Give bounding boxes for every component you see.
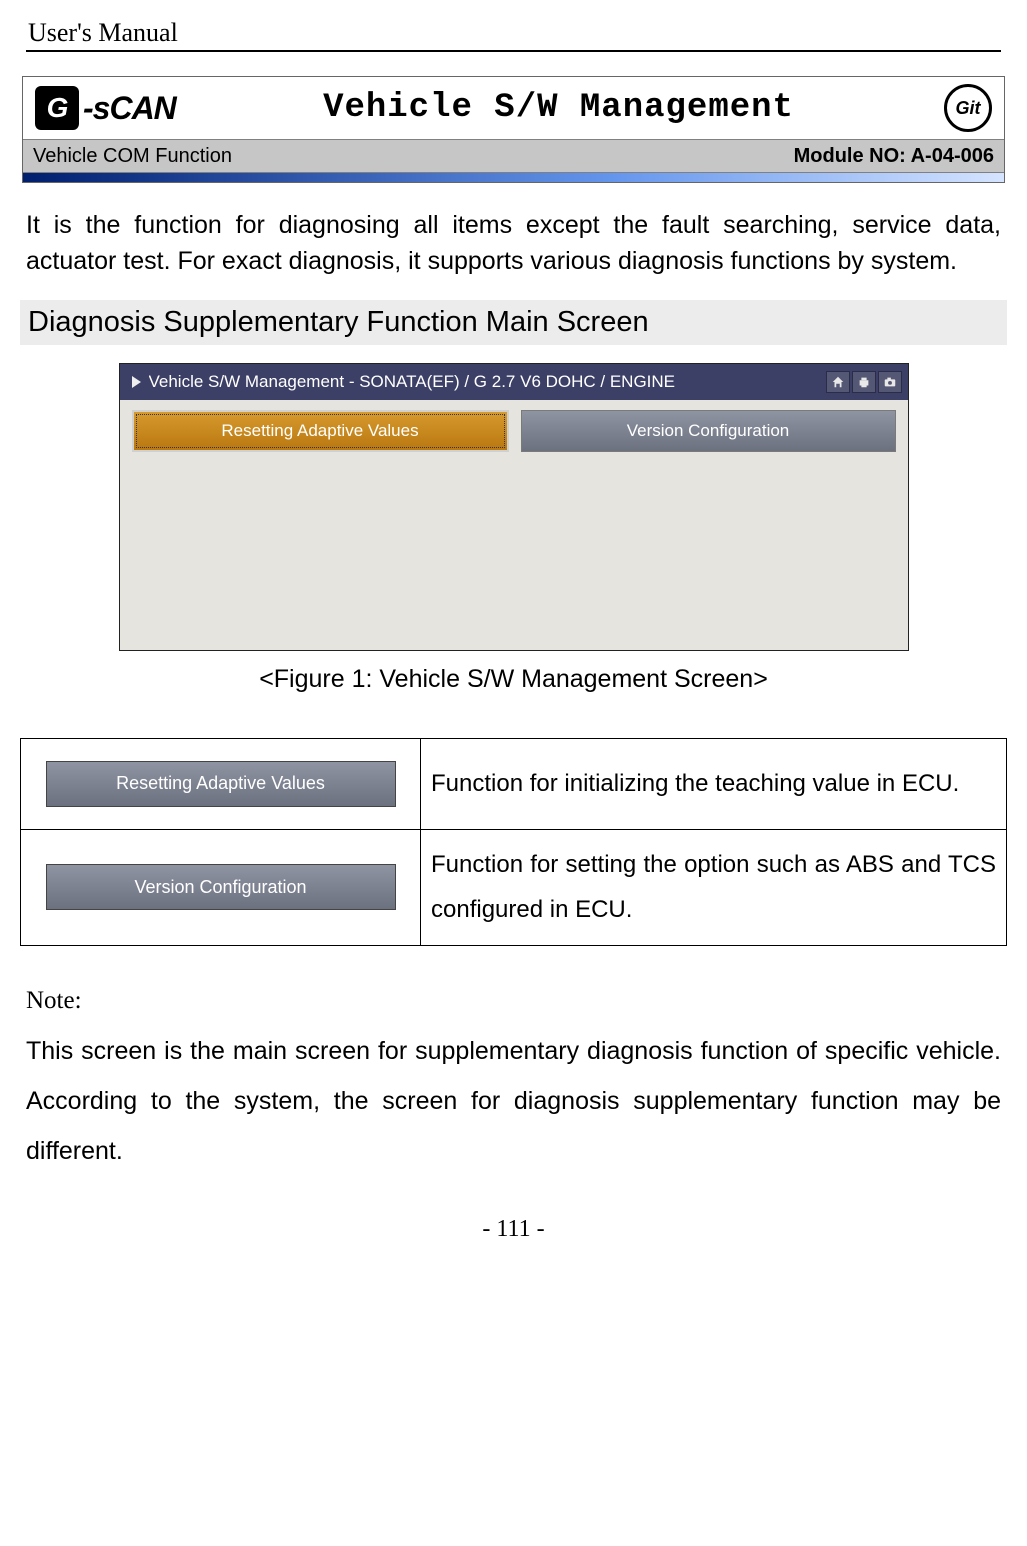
resetting-adaptive-values-button[interactable]: Resetting Adaptive Values (46, 761, 396, 807)
gscan-logo-g: G (35, 86, 79, 130)
version-configuration-button[interactable]: Version Configuration (46, 864, 396, 910)
title-top-row: G -sCAN Vehicle S/W Management Git (23, 77, 1004, 139)
play-icon (132, 376, 141, 388)
title-block: G -sCAN Vehicle S/W Management Git Vehic… (22, 76, 1005, 173)
sub-left-label: Vehicle COM Function (33, 145, 232, 168)
table-desc: Function for setting the option such as … (421, 829, 1007, 945)
screenshot-titlebar: Vehicle S/W Management - SONATA(EF) / G … (120, 364, 908, 400)
table-row: Resetting Adaptive Values Function for i… (21, 738, 1007, 829)
screenshot-titlebar-text: Vehicle S/W Management - SONATA(EF) / G … (149, 372, 826, 392)
note-body: This screen is the main screen for suppl… (26, 1026, 1001, 1176)
title-sub-row: Vehicle COM Function Module NO: A-04-006 (23, 139, 1004, 173)
screenshot-body: Resetting Adaptive Values Version Config… (120, 400, 908, 650)
gscan-logo: G -sCAN (35, 86, 215, 130)
resetting-adaptive-values-button[interactable]: Resetting Adaptive Values (132, 410, 509, 452)
git-logo: Git (902, 84, 992, 132)
page-number: - 111 - (0, 1216, 1027, 1243)
header-rule (26, 50, 1001, 52)
print-icon[interactable] (852, 371, 876, 393)
function-table: Resetting Adaptive Values Function for i… (20, 738, 1007, 946)
figure-caption: <Figure 1: Vehicle S/W Management Screen… (0, 665, 1027, 694)
table-desc: Function for initializing the teaching v… (421, 738, 1007, 829)
page-title: Vehicle S/W Management (215, 89, 902, 127)
note-heading: Note: (26, 976, 1001, 1026)
git-logo-circle: Git (944, 84, 992, 132)
sub-right-label: Module NO: A-04-006 (794, 145, 994, 168)
gscan-logo-text: -sCAN (83, 90, 176, 127)
screenshot: Vehicle S/W Management - SONATA(EF) / G … (119, 363, 909, 651)
table-row: Version Configuration Function for setti… (21, 829, 1007, 945)
intro-paragraph: It is the function for diagnosing all it… (0, 207, 1027, 280)
note-block: Note: This screen is the main screen for… (0, 976, 1027, 1176)
gradient-bar (22, 173, 1005, 183)
home-icon[interactable] (826, 371, 850, 393)
version-configuration-button[interactable]: Version Configuration (521, 410, 896, 452)
camera-icon[interactable] (878, 371, 902, 393)
manual-title: User's Manual (28, 18, 999, 48)
section-heading: Diagnosis Supplementary Function Main Sc… (20, 300, 1007, 345)
